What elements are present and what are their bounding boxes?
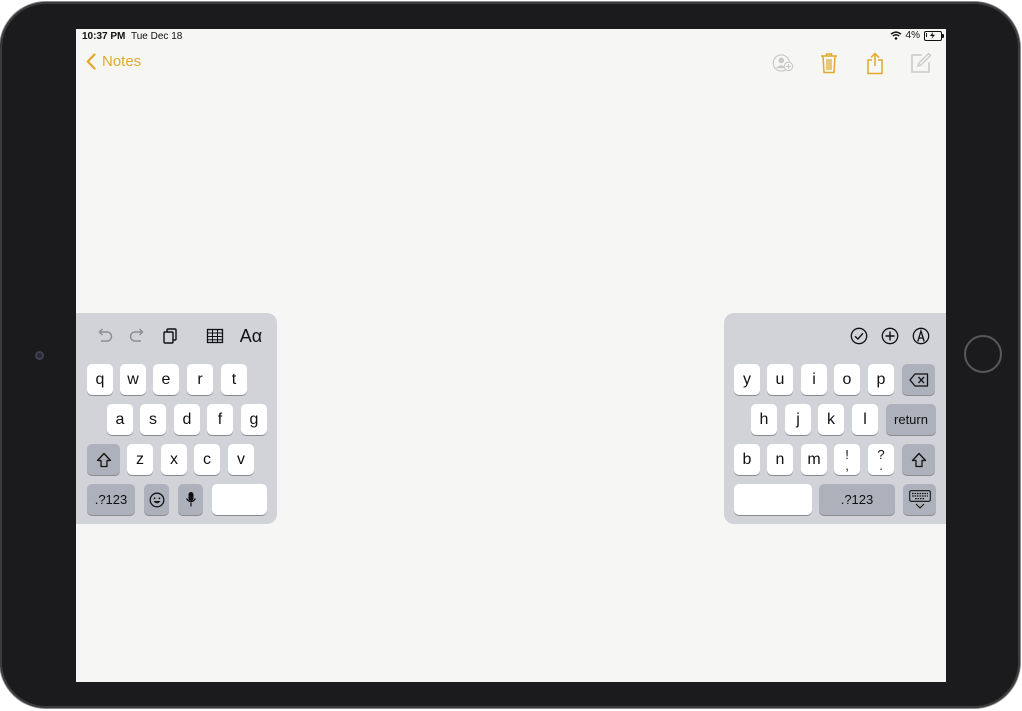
notes-screen: 10:37 PM Tue Dec 18 4% Notes Aα q w e r … <box>76 29 946 682</box>
shift-icon <box>911 452 926 467</box>
space-key-left[interactable] <box>212 484 267 515</box>
checklist-icon <box>850 327 868 345</box>
redo-icon <box>129 328 144 342</box>
share-icon <box>867 51 883 74</box>
numbers-key-right[interactable]: .?123 <box>819 484 895 515</box>
undo-button[interactable] <box>92 325 116 347</box>
share-button[interactable] <box>864 51 886 75</box>
status-indicators: 4% <box>890 30 944 41</box>
chevron-down-icon <box>915 503 924 509</box>
key-f[interactable]: f <box>207 404 233 435</box>
key-a[interactable]: a <box>107 404 133 435</box>
key-l[interactable]: l <box>852 404 878 435</box>
key-p[interactable]: p <box>868 364 894 395</box>
back-label: Notes <box>102 53 142 70</box>
add-person-icon <box>772 54 794 72</box>
key-x[interactable]: x <box>161 444 187 475</box>
split-keyboard-left: Aα q w e r t a s d f g z x c v .?123 <box>76 313 277 524</box>
key-i[interactable]: i <box>801 364 827 395</box>
home-button[interactable] <box>964 335 1002 373</box>
key-n[interactable]: n <box>767 444 793 475</box>
key-k[interactable]: k <box>818 404 844 435</box>
delete-button[interactable] <box>818 51 840 75</box>
format-button[interactable]: Aα <box>236 325 266 347</box>
note-toolbar <box>772 51 932 75</box>
key-g[interactable]: g <box>241 404 267 435</box>
paste-icon <box>163 328 177 344</box>
key-period: . <box>879 457 883 473</box>
key-j[interactable]: j <box>785 404 811 435</box>
table-button[interactable] <box>203 325 227 347</box>
return-key[interactable]: return <box>886 404 936 435</box>
key-exclaim-comma[interactable]: ! , <box>834 444 860 475</box>
wifi-icon <box>890 31 901 40</box>
battery-percent: 4% <box>905 30 920 41</box>
emoji-icon <box>149 492 164 507</box>
back-button[interactable]: Notes <box>86 53 141 70</box>
key-c[interactable]: c <box>194 444 220 475</box>
keyboard-icon <box>908 490 931 502</box>
emoji-key[interactable] <box>144 484 169 515</box>
key-w[interactable]: w <box>120 364 146 395</box>
dictation-key[interactable] <box>178 484 203 515</box>
key-u[interactable]: u <box>767 364 793 395</box>
undo-icon <box>98 328 113 342</box>
key-comma: , <box>845 457 849 473</box>
key-y[interactable]: y <box>734 364 760 395</box>
shift-key-right[interactable] <box>902 444 935 475</box>
markup-icon <box>912 327 930 345</box>
numbers-key-left[interactable]: .?123 <box>87 484 135 515</box>
battery-icon <box>924 30 944 41</box>
compose-button[interactable] <box>910 51 932 75</box>
shift-icon <box>96 452 111 467</box>
key-v[interactable]: v <box>228 444 254 475</box>
key-s[interactable]: s <box>140 404 166 435</box>
backspace-icon <box>908 372 928 387</box>
add-person-button[interactable] <box>772 51 794 75</box>
microphone-icon <box>185 492 196 507</box>
split-keyboard-right: y u i o p h j k l return b n m ! , ? . .… <box>724 313 946 524</box>
space-key-right[interactable] <box>734 484 812 515</box>
key-m[interactable]: m <box>801 444 827 475</box>
shift-key-left[interactable] <box>87 444 120 475</box>
key-question-period[interactable]: ? . <box>868 444 894 475</box>
status-date: Tue Dec 18 <box>131 31 183 42</box>
add-button[interactable] <box>878 325 902 347</box>
format-icon: Aα <box>239 325 263 346</box>
key-e[interactable]: e <box>153 364 179 395</box>
checklist-button[interactable] <box>847 325 871 347</box>
chevron-left-icon <box>86 53 96 70</box>
table-icon <box>206 328 224 344</box>
key-d[interactable]: d <box>174 404 200 435</box>
dismiss-keyboard-key[interactable] <box>903 484 936 515</box>
markup-button[interactable] <box>909 325 933 347</box>
key-t[interactable]: t <box>221 364 247 395</box>
paste-button[interactable] <box>158 325 182 347</box>
key-z[interactable]: z <box>127 444 153 475</box>
key-r[interactable]: r <box>187 364 213 395</box>
compose-icon <box>911 52 932 73</box>
key-o[interactable]: o <box>834 364 860 395</box>
trash-icon <box>821 53 837 74</box>
redo-button[interactable] <box>126 325 150 347</box>
delete-key[interactable] <box>902 364 935 395</box>
status-time: 10:37 PM <box>82 31 126 42</box>
front-camera <box>35 351 44 360</box>
key-h[interactable]: h <box>751 404 777 435</box>
key-q[interactable]: q <box>87 364 113 395</box>
key-b[interactable]: b <box>734 444 760 475</box>
add-icon <box>881 327 899 345</box>
